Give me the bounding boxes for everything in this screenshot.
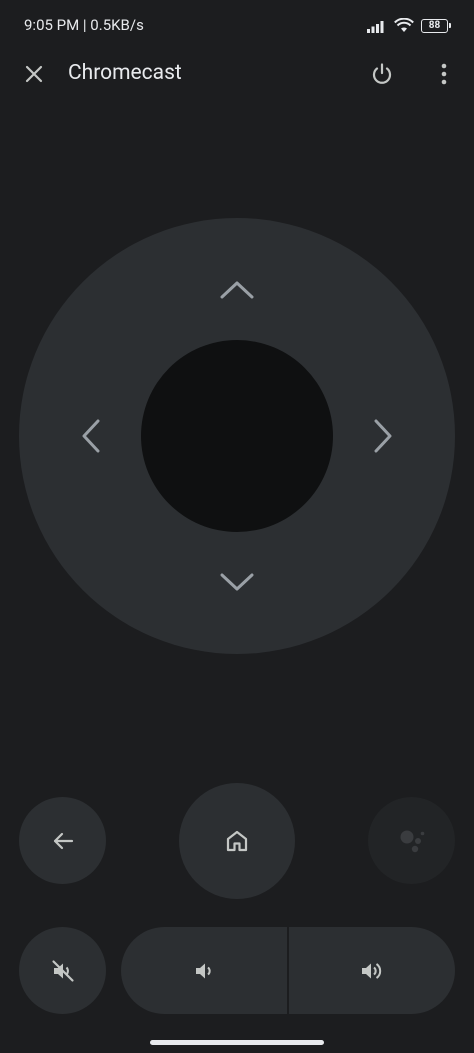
volume-up-icon bbox=[362, 962, 382, 979]
close-icon bbox=[25, 65, 43, 83]
close-button[interactable] bbox=[20, 60, 48, 88]
volume-control bbox=[121, 927, 455, 1014]
page-title: Chromecast bbox=[68, 61, 182, 85]
home-indicator-bar[interactable] bbox=[150, 1040, 324, 1045]
back-button[interactable] bbox=[19, 797, 106, 884]
more-options-button[interactable] bbox=[430, 60, 458, 88]
power-button[interactable] bbox=[368, 60, 396, 88]
chevron-down-icon bbox=[220, 573, 254, 591]
arrow-back-icon bbox=[53, 832, 73, 849]
volume-up-button[interactable] bbox=[289, 927, 455, 1014]
volume-down-button[interactable] bbox=[121, 927, 287, 1014]
dpad-left-button[interactable] bbox=[69, 414, 113, 458]
dpad-right-button[interactable] bbox=[361, 414, 405, 458]
status-icons: 88 bbox=[367, 18, 451, 33]
dpad-select-button[interactable] bbox=[141, 340, 333, 532]
chevron-right-icon bbox=[374, 419, 392, 453]
more-vert-icon bbox=[441, 63, 447, 85]
dpad-down-button[interactable] bbox=[215, 560, 259, 604]
battery-level: 88 bbox=[428, 20, 441, 31]
assistant-icon bbox=[400, 830, 424, 852]
chevron-up-icon bbox=[220, 281, 254, 299]
wifi-icon bbox=[394, 18, 414, 32]
power-icon bbox=[372, 63, 392, 84]
volume-down-icon bbox=[196, 963, 211, 978]
chevron-left-icon bbox=[82, 419, 100, 453]
status-bar: 9:05 PM | 0.5KB/s 88 bbox=[0, 0, 474, 52]
dpad bbox=[19, 218, 455, 654]
mute-button[interactable] bbox=[19, 927, 106, 1014]
status-time-speed: 9:05 PM | 0.5KB/s bbox=[24, 16, 144, 34]
home-icon bbox=[226, 830, 248, 852]
assistant-button[interactable] bbox=[368, 797, 455, 884]
dpad-up-button[interactable] bbox=[215, 268, 259, 312]
app-bar: Chromecast bbox=[0, 52, 474, 96]
home-button[interactable] bbox=[179, 783, 295, 899]
battery-indicator: 88 bbox=[421, 18, 451, 33]
signal-icon bbox=[367, 20, 384, 33]
volume-off-icon bbox=[51, 959, 74, 982]
